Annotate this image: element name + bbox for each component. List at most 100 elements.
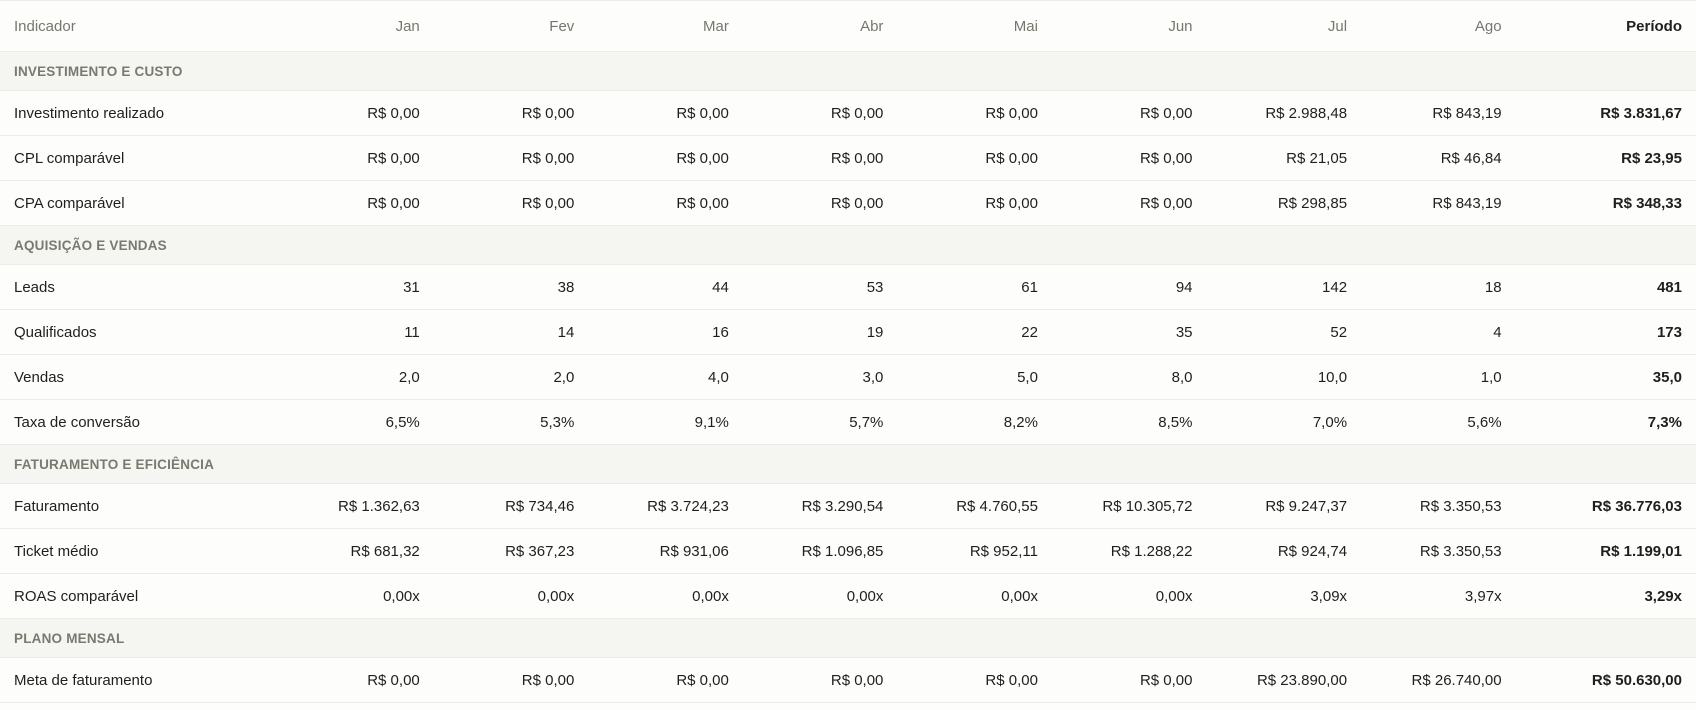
- cell-period-total: R$ 23,95: [1621, 149, 1682, 167]
- header-month-abr[interactable]: Abr: [743, 1, 898, 52]
- cell-jan: R$ 0,00: [367, 149, 420, 167]
- section-title: PLANO MENSAL: [14, 630, 125, 646]
- cell-mar: 16: [712, 323, 729, 341]
- cell-abr: 5,7%: [849, 413, 884, 431]
- header-month-fev[interactable]: Fev: [434, 1, 589, 52]
- cell-jul: R$ 924,74: [1277, 542, 1348, 560]
- header-month-ago[interactable]: Ago: [1361, 1, 1516, 52]
- table-row-leads: Leads 31 38 44 53 61 94 142 18 481: [0, 265, 1696, 310]
- cell-fev: R$ 367,23: [505, 542, 575, 560]
- cell-jul: 3,09x: [1310, 587, 1348, 605]
- cell-period-total: R$ 348,33: [1612, 194, 1682, 212]
- cell-abr: R$ 1.096,85: [801, 542, 884, 560]
- cell-period-total: 173: [1656, 323, 1682, 341]
- cell-ago: R$ 843,19: [1432, 104, 1502, 122]
- cell-jun: 8,5%: [1158, 413, 1193, 431]
- row-label: Ticket médio: [14, 542, 99, 560]
- cell-jan: 11: [404, 323, 420, 341]
- cell-abr: 19: [866, 323, 884, 341]
- header-month-jan[interactable]: Jan: [279, 1, 434, 52]
- section-row-investimento-e-custo: INVESTIMENTO E CUSTO: [0, 51, 1696, 91]
- cell-jun: R$ 1.288,22: [1110, 542, 1193, 560]
- cell-abr: R$ 0,00: [830, 194, 884, 212]
- row-label: Meta de faturamento: [14, 671, 153, 689]
- header-month-jul[interactable]: Jul: [1207, 1, 1362, 52]
- header-period[interactable]: Período: [1516, 1, 1696, 52]
- cell-ago: 18: [1484, 278, 1502, 296]
- cell-period-total: 3,29x: [1644, 587, 1682, 605]
- cell-mar: R$ 3.724,23: [647, 497, 729, 515]
- cell-ago: R$ 26.740,00: [1411, 671, 1502, 689]
- section-row-faturamento-e-eficiencia: FATURAMENTO E EFICIÊNCIA: [0, 444, 1696, 484]
- cell-fev: 5,3%: [540, 413, 575, 431]
- header-month-jun[interactable]: Jun: [1052, 1, 1207, 52]
- cell-ago: R$ 46,84: [1440, 149, 1502, 167]
- cell-mai: R$ 0,00: [985, 149, 1038, 167]
- cell-jun: 94: [1175, 278, 1193, 296]
- cell-fev: R$ 0,00: [521, 149, 575, 167]
- header-row: Indicador Jan Fev Mar Abr Mai Jun Jul Ag…: [0, 0, 1696, 52]
- cell-fev: 0,00x: [537, 587, 575, 605]
- cell-abr: R$ 0,00: [830, 149, 884, 167]
- section-title: AQUISIÇÃO E VENDAS: [14, 237, 167, 253]
- cell-mar: R$ 0,00: [676, 194, 729, 212]
- cell-ago: R$ 3.350,53: [1419, 497, 1502, 515]
- cell-mai: 8,2%: [1003, 413, 1038, 431]
- section-row-aquisicao-e-vendas: AQUISIÇÃO E VENDAS: [0, 225, 1696, 265]
- row-label: Faturamento: [14, 497, 100, 515]
- row-label: Leads: [14, 278, 55, 296]
- table-row-ticket-medio: Ticket médio R$ 681,32 R$ 367,23 R$ 931,06 R…: [0, 529, 1696, 574]
- cell-mar: 44: [712, 278, 729, 296]
- cell-jan: 6,5%: [385, 413, 420, 431]
- cell-jan: R$ 0,00: [367, 671, 420, 689]
- cell-jun: R$ 10.305,72: [1102, 497, 1193, 515]
- cell-jul: R$ 298,85: [1277, 194, 1348, 212]
- cell-fev: R$ 734,46: [505, 497, 575, 515]
- cell-fev: 38: [557, 278, 575, 296]
- cell-jan: 0,00x: [383, 587, 420, 605]
- header-month-mar[interactable]: Mar: [588, 1, 743, 52]
- section-row-plano-mensal: PLANO MENSAL: [0, 618, 1696, 658]
- row-label: Taxa de conversão: [14, 413, 140, 431]
- cell-jan: R$ 1.362,63: [338, 497, 420, 515]
- cell-mar: R$ 931,06: [659, 542, 729, 560]
- cell-mai: 0,00x: [1001, 587, 1038, 605]
- header-indicator[interactable]: Indicador: [0, 1, 279, 52]
- row-label: CPA comparável: [14, 194, 125, 212]
- cell-mai: 61: [1021, 278, 1038, 296]
- cell-mar: R$ 0,00: [676, 149, 729, 167]
- cell-jan: 2,0: [398, 368, 420, 386]
- cell-mai: R$ 952,11: [969, 542, 1038, 560]
- table-row-cpa-comparavel: CPA comparável R$ 0,00 R$ 0,00 R$ 0,00 R$ 0,…: [0, 181, 1696, 226]
- cell-jun: 0,00x: [1155, 587, 1193, 605]
- cell-period-total: R$ 3.831,67: [1600, 104, 1682, 122]
- cell-ago: R$ 3.350,53: [1419, 542, 1502, 560]
- cell-jul: 52: [1330, 323, 1348, 341]
- cell-period-total: 481: [1656, 278, 1682, 296]
- cell-jul: R$ 23.890,00: [1256, 671, 1348, 689]
- cell-period-total: R$ 36.776,03: [1591, 497, 1682, 515]
- row-label: ROAS comparável: [14, 587, 139, 605]
- cell-ago: 3,97x: [1464, 587, 1502, 605]
- cell-ago: 1,0: [1480, 368, 1502, 386]
- header-month-mai[interactable]: Mai: [897, 1, 1052, 52]
- cell-abr: R$ 0,00: [830, 104, 884, 122]
- cell-mar: 9,1%: [694, 413, 729, 431]
- table-row-vendas: Vendas 2,0 2,0 4,0 3,0 5,0 8,0 10,0 1,0 35,0: [0, 355, 1696, 400]
- table-row-faturamento: Faturamento R$ 1.362,63 R$ 734,46 R$ 3.724,…: [0, 484, 1696, 529]
- cell-jun: R$ 0,00: [1139, 149, 1193, 167]
- cell-jul: R$ 21,05: [1286, 149, 1348, 167]
- cell-mai: 22: [1021, 323, 1038, 341]
- cell-abr: 0,00x: [846, 587, 884, 605]
- cell-jan: R$ 681,32: [350, 542, 420, 560]
- cell-fev: R$ 0,00: [521, 671, 575, 689]
- cell-abr: 53: [866, 278, 884, 296]
- cell-period-total: 7,3%: [1647, 413, 1682, 431]
- cell-abr: R$ 3.290,54: [801, 497, 884, 515]
- cell-fev: 2,0: [553, 368, 575, 386]
- table-row-meta-de-faturamento: Meta de faturamento R$ 0,00 R$ 0,00 R$ 0,00…: [0, 658, 1696, 703]
- table-row-taxa-de-conversao: Taxa de conversão 6,5% 5,3% 9,1% 5,7% 8,2% 8,5…: [0, 400, 1696, 445]
- table-row-qualificados: Qualificados 11 14 16 19 22 35 52 4 173: [0, 310, 1696, 355]
- indicators-table: Indicador Jan Fev Mar Abr Mai Jun Jul Ag…: [0, 0, 1696, 703]
- cell-jun: 8,0: [1171, 368, 1193, 386]
